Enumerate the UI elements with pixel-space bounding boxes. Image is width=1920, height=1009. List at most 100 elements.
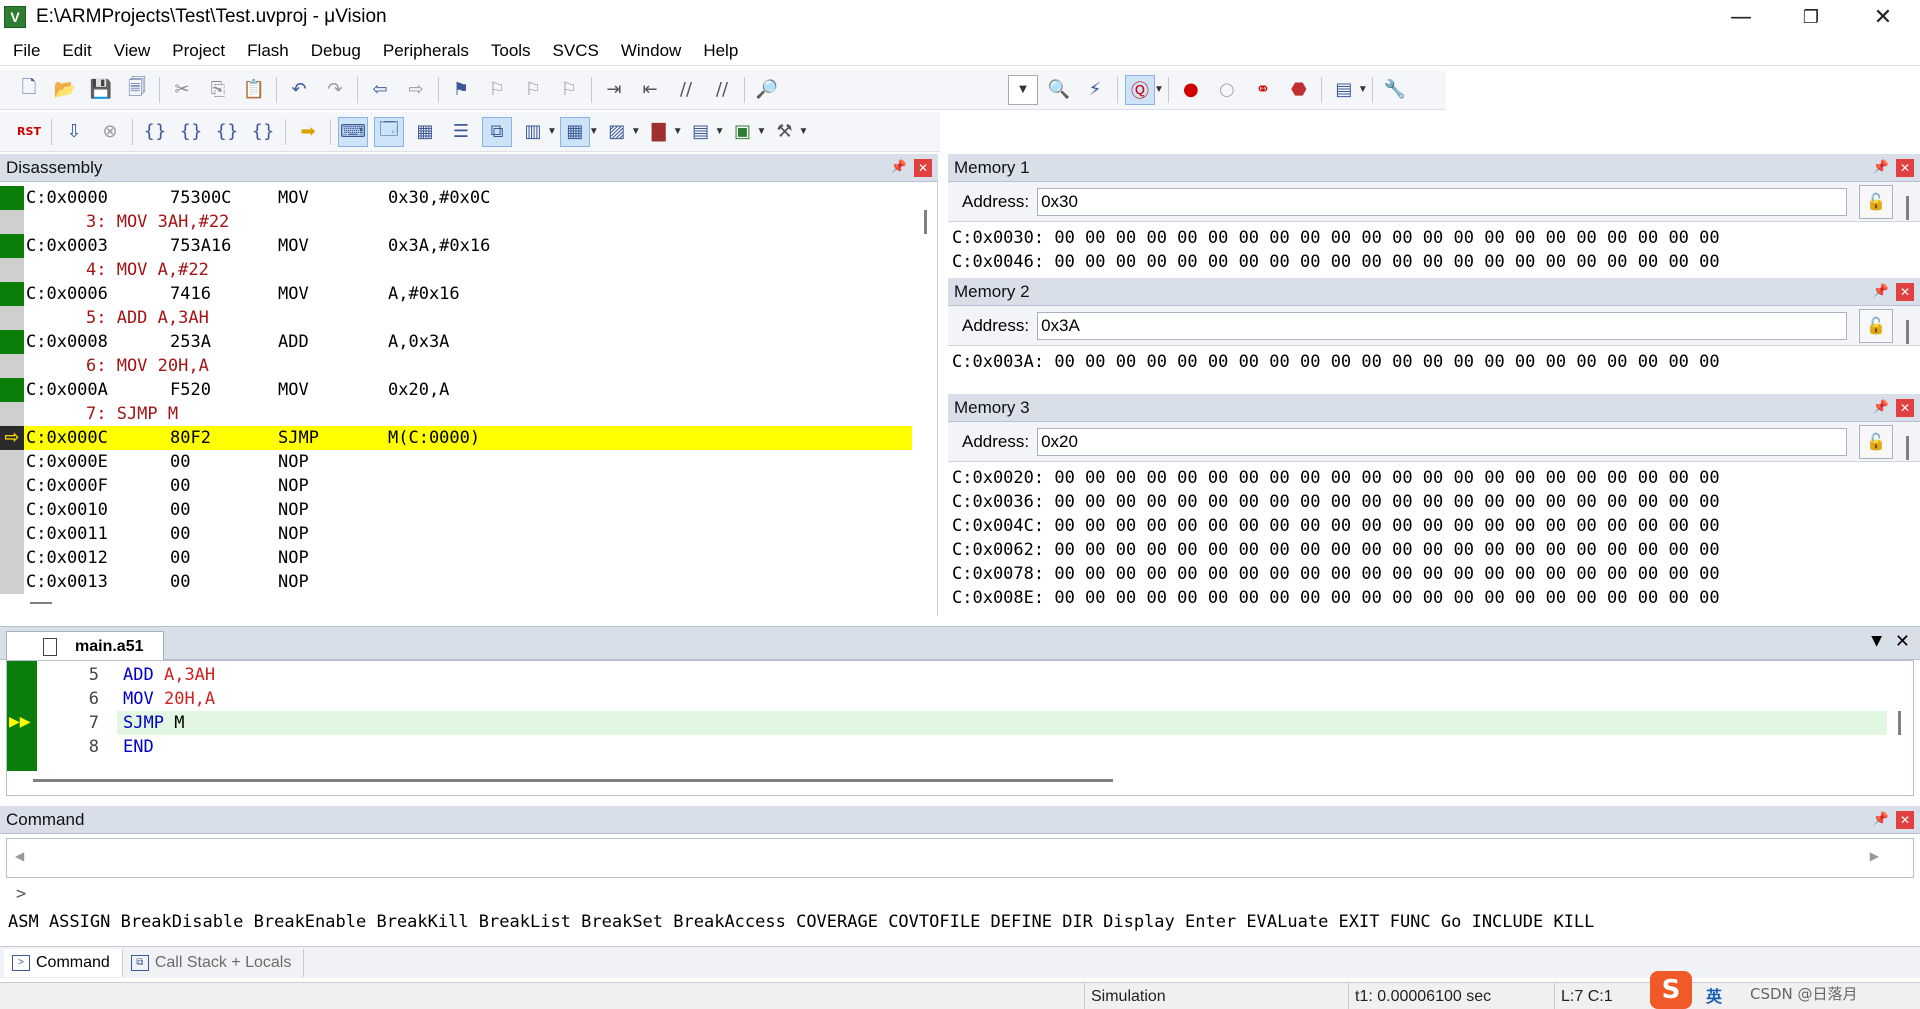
menu-peripherals[interactable]: Peripherals bbox=[370, 41, 478, 61]
vertical-scrollbar[interactable] bbox=[1906, 320, 1909, 344]
trace-windows-icon[interactable]: ▤ bbox=[686, 117, 716, 147]
memory-row[interactable]: C:0x004C: 00 00 00 00 00 00 00 00 00 00 … bbox=[952, 516, 1720, 536]
step-into-icon[interactable]: {} bbox=[140, 117, 170, 147]
navigate-back-icon[interactable]: ⇦ bbox=[365, 75, 395, 105]
memory-row[interactable]: C:0x003A: 00 00 00 00 00 00 00 00 00 00 … bbox=[952, 352, 1720, 372]
menu-tools[interactable]: Tools bbox=[478, 41, 540, 61]
new-file-icon[interactable]: 🗋 bbox=[14, 75, 44, 105]
lock-icon[interactable]: 🔓 bbox=[1859, 424, 1894, 459]
pin-icon[interactable]: 📌 bbox=[888, 160, 910, 175]
vertical-scrollbar[interactable] bbox=[1898, 711, 1901, 735]
close-panel-icon[interactable]: ✕ bbox=[1896, 398, 1914, 417]
horizontal-scrollbar[interactable] bbox=[33, 779, 1113, 782]
memory-3-view[interactable]: Address: 0x20 🔓 C:0x0020: 00 00 00 00 00 00… bbox=[948, 422, 1920, 644]
paste-icon[interactable]: 📋 bbox=[239, 75, 269, 105]
scroll-left-icon[interactable]: ◀ bbox=[15, 849, 24, 863]
chevron-down-icon[interactable]: ▼ bbox=[715, 126, 725, 137]
redo-icon[interactable]: ↷ bbox=[320, 75, 350, 105]
tab-list-chevron-icon[interactable]: ▼ bbox=[1871, 633, 1882, 649]
unindent-icon[interactable]: ⇤ bbox=[635, 75, 665, 105]
disassembly-row[interactable]: C:0x000E 00 NOP bbox=[0, 450, 912, 474]
close-panel-icon[interactable]: ✕ bbox=[914, 158, 932, 177]
chevron-down-icon[interactable]: ▼ bbox=[798, 126, 808, 137]
pin-icon[interactable]: 📌 bbox=[1870, 812, 1892, 827]
command-window-icon[interactable]: ⌨ bbox=[338, 116, 368, 147]
call-stack-window-icon[interactable]: ⧉ bbox=[482, 116, 512, 147]
menu-svcs[interactable]: SVCS bbox=[540, 41, 608, 61]
disable-all-breakpoints-icon[interactable]: ⚭ bbox=[1248, 75, 1278, 105]
editor-line[interactable]: 7 SJMP M bbox=[7, 711, 1887, 735]
menu-file[interactable]: File bbox=[0, 41, 49, 61]
close-editor-icon[interactable]: ✕ bbox=[1895, 631, 1910, 652]
address-input[interactable]: 0x3A bbox=[1037, 311, 1848, 340]
analysis-windows-icon[interactable]: ▇ bbox=[644, 117, 674, 147]
menu-flash[interactable]: Flash bbox=[234, 41, 298, 61]
tab-call-stack-locals[interactable]: ⧉ Call Stack + Locals bbox=[123, 948, 305, 977]
disassembly-row[interactable]: C:0x000F 00 NOP bbox=[0, 474, 912, 498]
disassembly-source-line[interactable]: 7: SJMP M bbox=[0, 402, 912, 426]
menu-debug[interactable]: Debug bbox=[298, 41, 370, 61]
disassembly-row[interactable]: C:0x0000 75300C MOV 0x30,#0x0C bbox=[0, 186, 912, 210]
disassembly-source-line[interactable]: 5: ADD A,3AH bbox=[0, 306, 912, 330]
chevron-down-icon[interactable]: ▼ bbox=[1154, 84, 1164, 95]
memory-row[interactable]: C:0x008E: 00 00 00 00 00 00 00 00 00 00 … bbox=[952, 588, 1720, 608]
save-all-icon[interactable]: 🗐 bbox=[122, 75, 152, 105]
uncomment-icon[interactable]: // bbox=[707, 75, 737, 105]
disassembly-window-icon[interactable]: 🗔 bbox=[374, 116, 404, 147]
lock-icon[interactable]: 🔓 bbox=[1859, 184, 1894, 219]
find-icon[interactable]: 🔍 bbox=[1044, 75, 1074, 105]
memory-row[interactable]: C:0x0036: 00 00 00 00 00 00 00 00 00 00 … bbox=[952, 492, 1720, 512]
menu-help[interactable]: Help bbox=[690, 41, 747, 61]
disassembly-row[interactable]: C:0x0006 7416 MOV A,#0x16 bbox=[0, 282, 912, 306]
registers-window-icon[interactable]: ☰ bbox=[446, 117, 476, 147]
chevron-down-icon[interactable]: ▼ bbox=[547, 126, 557, 137]
ime-logo-icon[interactable]: S bbox=[1650, 971, 1692, 1009]
debug-session-icon[interactable]: Ⓠ bbox=[1125, 74, 1155, 105]
stop-icon[interactable]: ⊗ bbox=[95, 117, 125, 147]
tab-command[interactable]: > Command bbox=[4, 948, 123, 977]
disassembly-row[interactable]: C:0x000A F520 MOV 0x20,A bbox=[0, 378, 912, 402]
close-panel-icon[interactable]: ✕ bbox=[1896, 810, 1914, 829]
undo-icon[interactable]: ↶ bbox=[284, 75, 314, 105]
memory-row[interactable]: C:0x0062: 00 00 00 00 00 00 00 00 00 00 … bbox=[952, 540, 1720, 560]
window-layout-icon[interactable]: ▤ bbox=[1329, 75, 1359, 105]
show-next-statement-icon[interactable]: ➡ bbox=[293, 117, 323, 147]
disassembly-row[interactable]: ⇨ C:0x000C 80F2 SJMP M(C:0000) bbox=[0, 426, 912, 450]
indent-icon[interactable]: ⇥ bbox=[599, 75, 629, 105]
disassembly-row[interactable]: C:0x0013 00 NOP bbox=[0, 570, 912, 594]
configure-icon[interactable]: 🔧 bbox=[1380, 75, 1410, 105]
menu-view[interactable]: View bbox=[101, 41, 160, 61]
run-icon[interactable]: ⇩ bbox=[59, 117, 89, 147]
disassembly-row[interactable]: C:0x0003 753A16 MOV 0x3A,#0x16 bbox=[0, 234, 912, 258]
cut-icon[interactable]: ✂ bbox=[167, 75, 197, 105]
insert-breakpoint-icon[interactable]: ● bbox=[1176, 75, 1206, 105]
command-input[interactable]: > bbox=[6, 880, 1914, 908]
next-bookmark-icon[interactable]: ⚐ bbox=[518, 75, 548, 105]
find-combo-dropdown[interactable]: ▼ bbox=[1008, 74, 1038, 105]
system-viewer-icon[interactable]: ▣ bbox=[728, 117, 758, 147]
clear-bookmarks-icon[interactable]: ⚐ bbox=[554, 75, 584, 105]
editor-line[interactable]: 8 END bbox=[7, 735, 1887, 759]
disassembly-row[interactable]: C:0x0010 00 NOP bbox=[0, 498, 912, 522]
chevron-down-icon[interactable]: ▼ bbox=[1358, 84, 1368, 95]
menu-project[interactable]: Project bbox=[159, 41, 234, 61]
disassembly-row[interactable]: C:0x0012 00 NOP bbox=[0, 546, 912, 570]
memory-windows-icon[interactable]: ▦ bbox=[559, 116, 590, 147]
comment-icon[interactable]: // bbox=[671, 75, 701, 105]
lock-icon[interactable]: 🔓 bbox=[1859, 308, 1894, 343]
reset-cpu-icon[interactable]: RST bbox=[14, 117, 44, 147]
step-over-icon[interactable]: {} bbox=[176, 117, 206, 147]
disassembly-source-line[interactable]: 4: MOV A,#22 bbox=[0, 258, 912, 282]
tab-main-a51[interactable]: main.a51 bbox=[6, 631, 164, 661]
menu-window[interactable]: Window bbox=[608, 41, 690, 61]
memory-row[interactable]: C:0x0020: 00 00 00 00 00 00 00 00 00 00 … bbox=[952, 468, 1720, 488]
chevron-down-icon[interactable]: ▼ bbox=[589, 126, 599, 137]
serial-windows-icon[interactable]: ▨ bbox=[602, 117, 632, 147]
address-input[interactable]: 0x20 bbox=[1037, 427, 1848, 456]
memory-row[interactable]: C:0x0030: 00 00 00 00 00 00 00 00 00 00 … bbox=[952, 228, 1720, 248]
copy-icon[interactable]: ⎘ bbox=[203, 75, 233, 105]
vertical-scrollbar[interactable] bbox=[924, 210, 927, 234]
bookmark-icon[interactable]: ⚑ bbox=[446, 75, 476, 105]
enable-breakpoint-icon[interactable]: ○ bbox=[1212, 75, 1242, 105]
vertical-scrollbar[interactable] bbox=[1906, 436, 1909, 460]
